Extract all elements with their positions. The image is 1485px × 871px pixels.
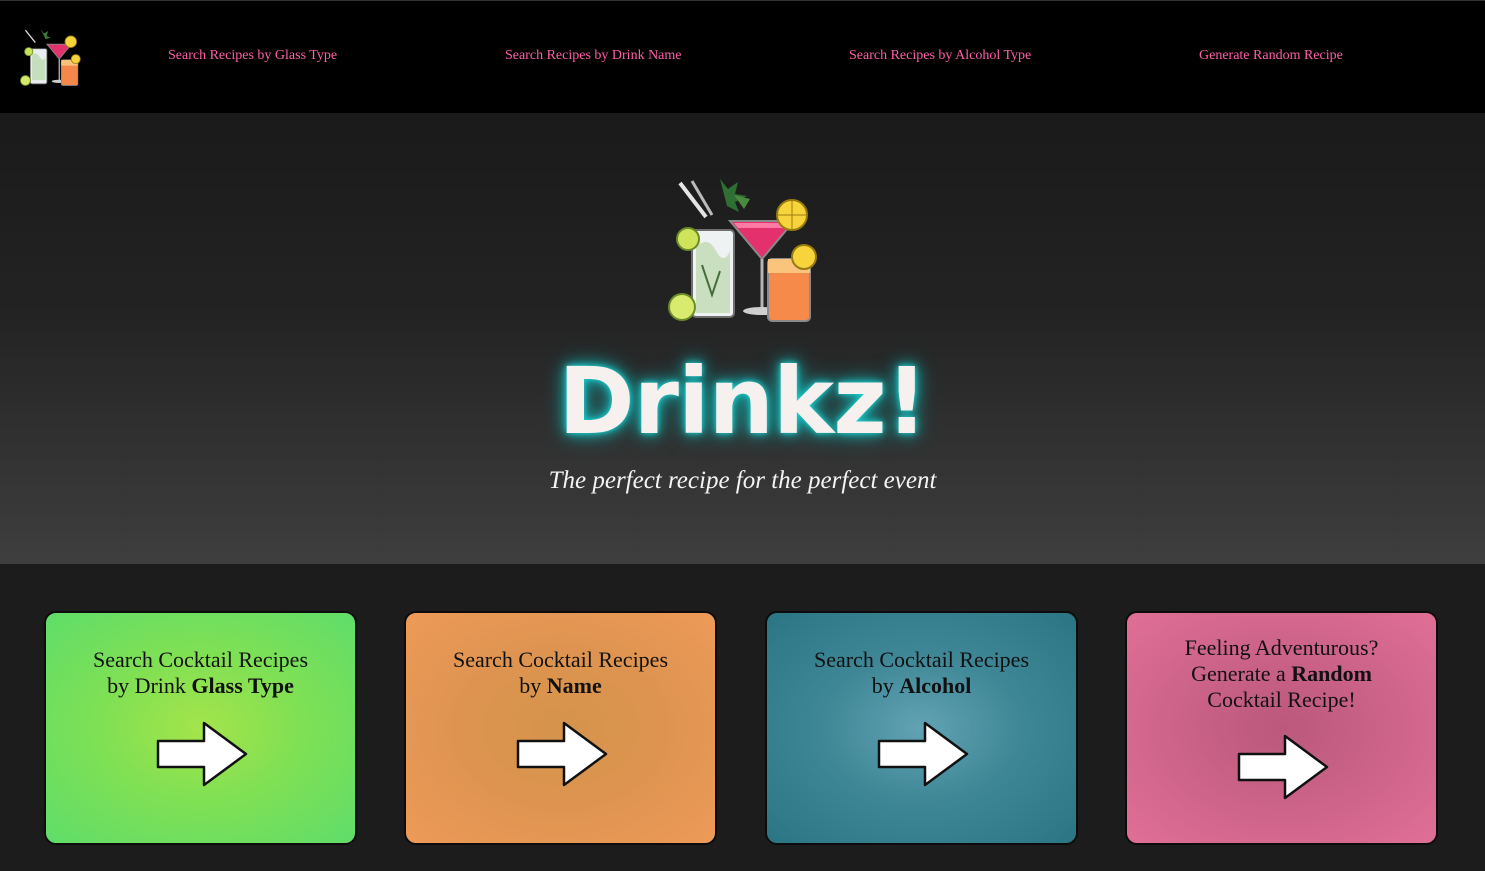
right-arrow-icon — [516, 721, 608, 787]
card-line1: Feeling Adventurous? — [1184, 635, 1379, 660]
card-line2: by Name — [406, 673, 715, 699]
hero-section: Drinkz! The perfect recipe for the perfe… — [0, 113, 1485, 564]
card-random-recipe[interactable]: Feeling Adventurous? Generate a Random C… — [1125, 611, 1438, 845]
card-line2-pre: by — [871, 673, 900, 698]
card-search-glass-type[interactable]: Search Cocktail Recipes by Drink Glass T… — [44, 611, 357, 845]
card-line2-pre: Generate a — [1191, 661, 1292, 686]
card-label: Search Cocktail Recipes by Name — [406, 647, 715, 699]
nav-link-random-recipe[interactable]: Generate Random Recipe — [1199, 48, 1343, 64]
card-search-name[interactable]: Search Cocktail Recipes by Name — [404, 611, 717, 845]
card-line1: Search Cocktail Recipes — [813, 647, 1030, 672]
hero-subtitle: The perfect recipe for the perfect event — [548, 467, 937, 494]
right-arrow-icon — [156, 721, 248, 787]
card-label: Feeling Adventurous? Generate a Random C… — [1127, 635, 1436, 713]
card-line2: Generate a Random — [1127, 661, 1436, 687]
card-line3: Cocktail Recipe! — [1207, 687, 1356, 712]
card-line2: by Alcohol — [767, 673, 1076, 699]
right-arrow-icon — [1237, 734, 1329, 800]
card-line1: Search Cocktail Recipes — [452, 647, 669, 672]
card-line2: by Drink Glass Type — [46, 673, 355, 699]
nav-link-drink-name[interactable]: Search Recipes by Drink Name — [505, 48, 682, 64]
card-line2-bold: Glass Type — [191, 673, 294, 698]
card-line2-bold: Alcohol — [899, 673, 972, 698]
card-label: Search Cocktail Recipes by Drink Glass T… — [46, 647, 355, 699]
card-line2-pre: by Drink — [107, 673, 192, 698]
card-line2-bold: Name — [546, 673, 602, 698]
card-line2-pre: by — [519, 673, 547, 698]
hero-title: Drinkz! — [558, 348, 927, 455]
nav-link-glass-type[interactable]: Search Recipes by Glass Type — [168, 48, 337, 64]
nav-cocktail-logo-icon[interactable] — [18, 23, 84, 91]
top-navbar: Search Recipes by Glass Type Search Reci… — [0, 0, 1485, 113]
card-label: Search Cocktail Recipes by Alcohol — [767, 647, 1076, 699]
card-line1: Search Cocktail Recipes — [92, 647, 309, 672]
hero-cocktail-glasses-icon — [668, 179, 817, 322]
nav-link-alcohol-type[interactable]: Search Recipes by Alcohol Type — [849, 48, 1031, 64]
card-line2-bold: Random — [1291, 661, 1372, 686]
right-arrow-icon — [877, 721, 969, 787]
card-search-alcohol[interactable]: Search Cocktail Recipes by Alcohol — [765, 611, 1078, 845]
